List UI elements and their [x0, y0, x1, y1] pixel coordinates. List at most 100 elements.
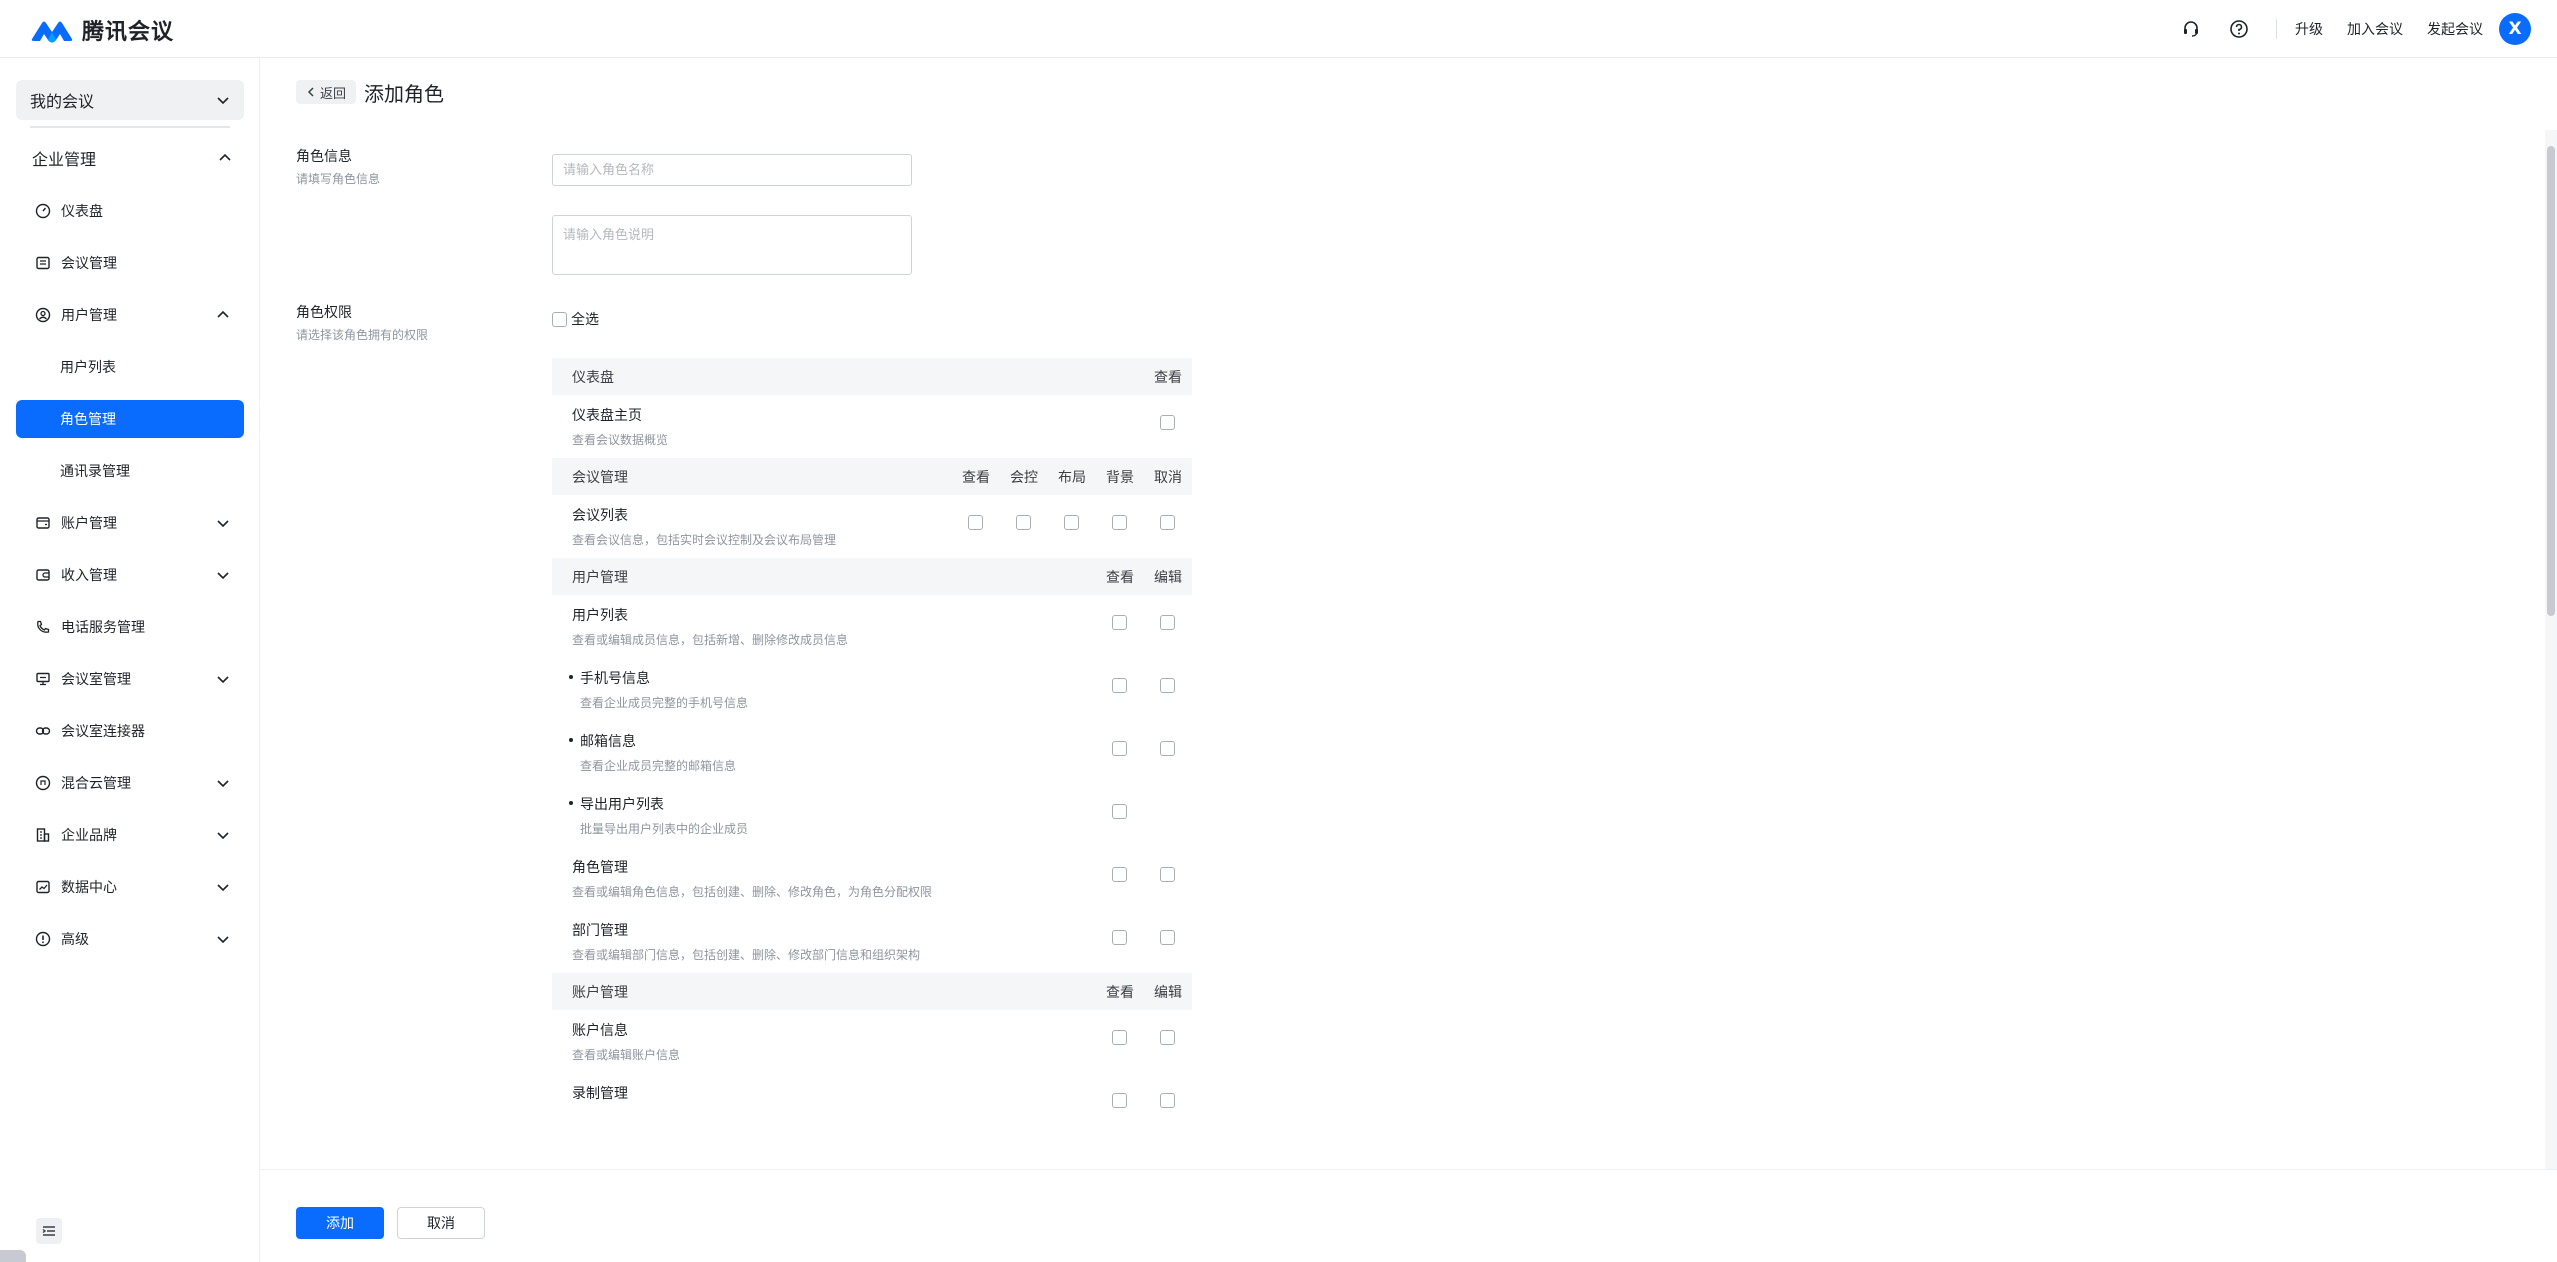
- sidebar-item-label: 会议室连接器: [61, 724, 145, 740]
- permission-checkbox[interactable]: [1160, 615, 1175, 630]
- chevron-down-icon: [216, 880, 230, 894]
- permission-checkbox[interactable]: [1112, 1030, 1127, 1045]
- tencent-meeting-logo-icon: [31, 21, 73, 43]
- permission-checkbox[interactable]: [1160, 867, 1175, 882]
- select-all-checkbox[interactable]: 全选: [552, 309, 599, 329]
- column-header: 布局: [1058, 469, 1086, 486]
- bullet-icon: [569, 801, 573, 805]
- permission-checkbox[interactable]: [1112, 804, 1127, 819]
- permission-checkbox[interactable]: [1112, 867, 1127, 882]
- sidebar-item-6[interactable]: 账户管理: [16, 504, 244, 542]
- permission-checkbox[interactable]: [1112, 930, 1127, 945]
- role-name-input[interactable]: [552, 154, 912, 186]
- sidebar-item-1[interactable]: 会议管理: [16, 244, 244, 282]
- permission-checkbox[interactable]: [1112, 741, 1127, 756]
- divider: [30, 126, 230, 128]
- role-permission-title: 角色权限: [296, 305, 352, 321]
- sidebar-item-label: 角色管理: [60, 412, 116, 428]
- sidebar-item-label: 用户列表: [60, 360, 116, 376]
- sidebar-item-0[interactable]: 仪表盘: [16, 192, 244, 230]
- sidebar-item-2[interactable]: 用户管理: [16, 296, 244, 334]
- permission-description: 批量导出用户列表中的企业成员: [580, 822, 749, 836]
- permission-title: 邮箱信息: [580, 734, 636, 750]
- permission-checkbox[interactable]: [1112, 515, 1127, 530]
- permission-title: 角色管理: [572, 860, 628, 876]
- my-meeting-dropdown[interactable]: 我的会议: [16, 80, 244, 120]
- chevron-down-icon: [216, 672, 230, 686]
- permission-description: 查看或编辑账户信息: [572, 1048, 681, 1062]
- sidebar-item-13[interactable]: 数据中心: [16, 868, 244, 906]
- sidebar-item-7[interactable]: 收入管理: [16, 556, 244, 594]
- permission-row: 邮箱信息 查看企业成员完整的邮箱信息: [552, 721, 1192, 784]
- permission-checkbox[interactable]: [1160, 678, 1175, 693]
- app-name: 腾讯会议: [82, 20, 175, 45]
- permission-checkbox[interactable]: [1160, 930, 1175, 945]
- sidebar-item-9[interactable]: 会议室管理: [16, 660, 244, 698]
- permission-checkbox[interactable]: [1160, 515, 1175, 530]
- bullet-icon: [569, 738, 573, 742]
- permission-checkbox[interactable]: [1160, 741, 1175, 756]
- permission-row: 手机号信息查看企业成员完整的手机号信息: [552, 658, 1192, 721]
- column-header: 背景: [1106, 469, 1134, 486]
- permission-checkbox[interactable]: [1112, 1093, 1127, 1108]
- join-meeting-link[interactable]: 加入会议: [2347, 19, 2403, 39]
- chevron-down-icon: [216, 516, 230, 530]
- sidebar-item-8[interactable]: 电话服务管理: [16, 608, 244, 646]
- select-all-label: 全选: [571, 312, 599, 328]
- permission-title: 用户列表: [572, 608, 628, 624]
- add-button[interactable]: 添加: [296, 1207, 384, 1239]
- advanced-icon: [34, 930, 52, 948]
- permission-section-header: 会议管理 查看 会控 布局 背景 取消: [552, 458, 1192, 495]
- permission-checkbox[interactable]: [1160, 415, 1175, 430]
- permission-checkbox[interactable]: [1112, 615, 1127, 630]
- sidebar-item-10[interactable]: 会议室连接器: [16, 712, 244, 750]
- scrollbar-thumb[interactable]: [2547, 146, 2555, 616]
- column-header: 取消: [1154, 469, 1182, 486]
- sidebar-item-5[interactable]: 通讯录管理: [16, 452, 244, 490]
- app-logo[interactable]: 腾讯会议: [30, 14, 174, 46]
- permission-title: 手机号信息: [580, 671, 650, 687]
- sidebar-item-11[interactable]: 混合云管理: [16, 764, 244, 802]
- section-name: 账户管理: [572, 984, 628, 1001]
- enterprise-management-group[interactable]: 企业管理: [32, 138, 232, 178]
- sidebar-item-14[interactable]: 高级: [16, 920, 244, 958]
- chevron-down-icon: [217, 97, 229, 105]
- form-footer: 添加 取消: [260, 1169, 2557, 1262]
- sidebar-item-label: 混合云管理: [61, 776, 131, 792]
- collapse-sidebar-button[interactable]: [36, 1218, 62, 1244]
- permission-title: 账户信息: [572, 1023, 628, 1039]
- role-description-input[interactable]: [552, 215, 912, 275]
- bullet-icon: [569, 675, 573, 679]
- start-meeting-link[interactable]: 发起会议: [2427, 19, 2483, 39]
- sidebar-item-4[interactable]: 角色管理: [16, 400, 244, 438]
- column-header: 查看: [962, 469, 990, 486]
- permission-row: 录制管理: [552, 1073, 1192, 1136]
- sidebar-item-3[interactable]: 用户列表: [16, 348, 244, 386]
- upgrade-link[interactable]: 升级: [2295, 19, 2323, 39]
- permission-checkbox[interactable]: [968, 515, 983, 530]
- permission-checkbox[interactable]: [1016, 515, 1031, 530]
- back-button[interactable]: 返回: [296, 80, 356, 104]
- sidebar-item-label: 收入管理: [61, 568, 117, 584]
- column-header: 编辑: [1154, 569, 1182, 586]
- permission-description: 查看会议数据概览: [572, 433, 669, 447]
- checkbox[interactable]: [552, 311, 567, 327]
- cancel-button[interactable]: 取消: [397, 1207, 485, 1239]
- permission-section-header: 账户管理 查看 编辑: [552, 973, 1192, 1010]
- permission-checkbox[interactable]: [1064, 515, 1079, 530]
- help-icon[interactable]: [2222, 12, 2256, 46]
- permission-description: 查看企业成员完整的手机号信息: [580, 696, 749, 710]
- permission-checkbox[interactable]: [1160, 1030, 1175, 1045]
- avatar[interactable]: X: [2499, 13, 2531, 45]
- chevron-up-icon: [216, 308, 230, 322]
- permission-checkbox[interactable]: [1112, 678, 1127, 693]
- corner-tab[interactable]: [0, 1250, 26, 1262]
- permission-section-header: 仪表盘 查看: [552, 358, 1192, 395]
- permission-checkbox[interactable]: [1160, 1093, 1175, 1108]
- list-icon: [34, 254, 52, 272]
- top-bar: 腾讯会议 升级 加入会议 发起会议 X: [0, 0, 2557, 58]
- headset-icon[interactable]: [2174, 12, 2208, 46]
- permission-title: 仪表盘主页: [572, 408, 642, 424]
- sidebar-item-12[interactable]: 企业品牌: [16, 816, 244, 854]
- sidebar-item-label: 通讯录管理: [60, 464, 130, 480]
